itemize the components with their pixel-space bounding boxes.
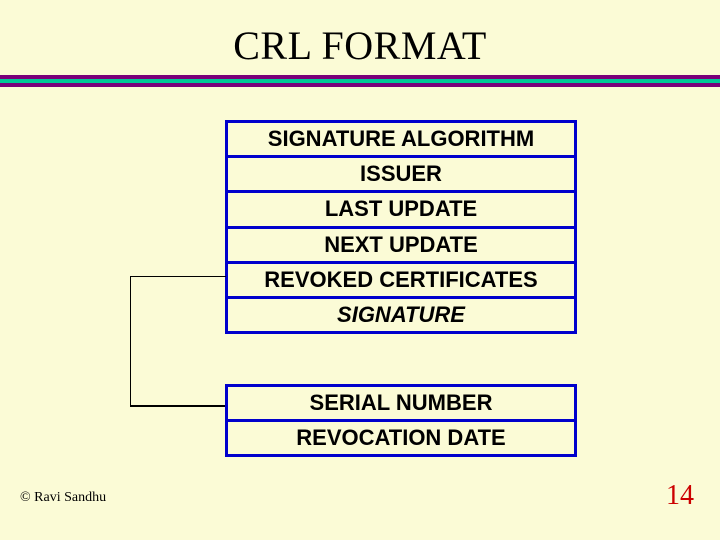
field-next-update: NEXT UPDATE	[225, 229, 577, 264]
connector-line	[130, 276, 226, 458]
revoked-entry-stack: SERIAL NUMBER REVOCATION DATE	[225, 384, 577, 457]
crl-fields-stack: SIGNATURE ALGORITHM ISSUER LAST UPDATE N…	[225, 120, 577, 334]
field-issuer: ISSUER	[225, 158, 577, 193]
title-divider	[0, 75, 720, 87]
field-signature-algorithm: SIGNATURE ALGORITHM	[225, 120, 577, 158]
copyright-text: © Ravi Sandhu	[20, 490, 106, 506]
field-revoked-certificates: REVOKED CERTIFICATES	[225, 264, 577, 299]
page-title: CRL FORMAT	[0, 0, 720, 75]
subfield-serial-number: SERIAL NUMBER	[225, 384, 577, 422]
page-number: 14	[666, 480, 694, 512]
field-signature: SIGNATURE	[225, 299, 577, 334]
subfield-revocation-date: REVOCATION DATE	[225, 422, 577, 457]
field-last-update: LAST UPDATE	[225, 193, 577, 228]
